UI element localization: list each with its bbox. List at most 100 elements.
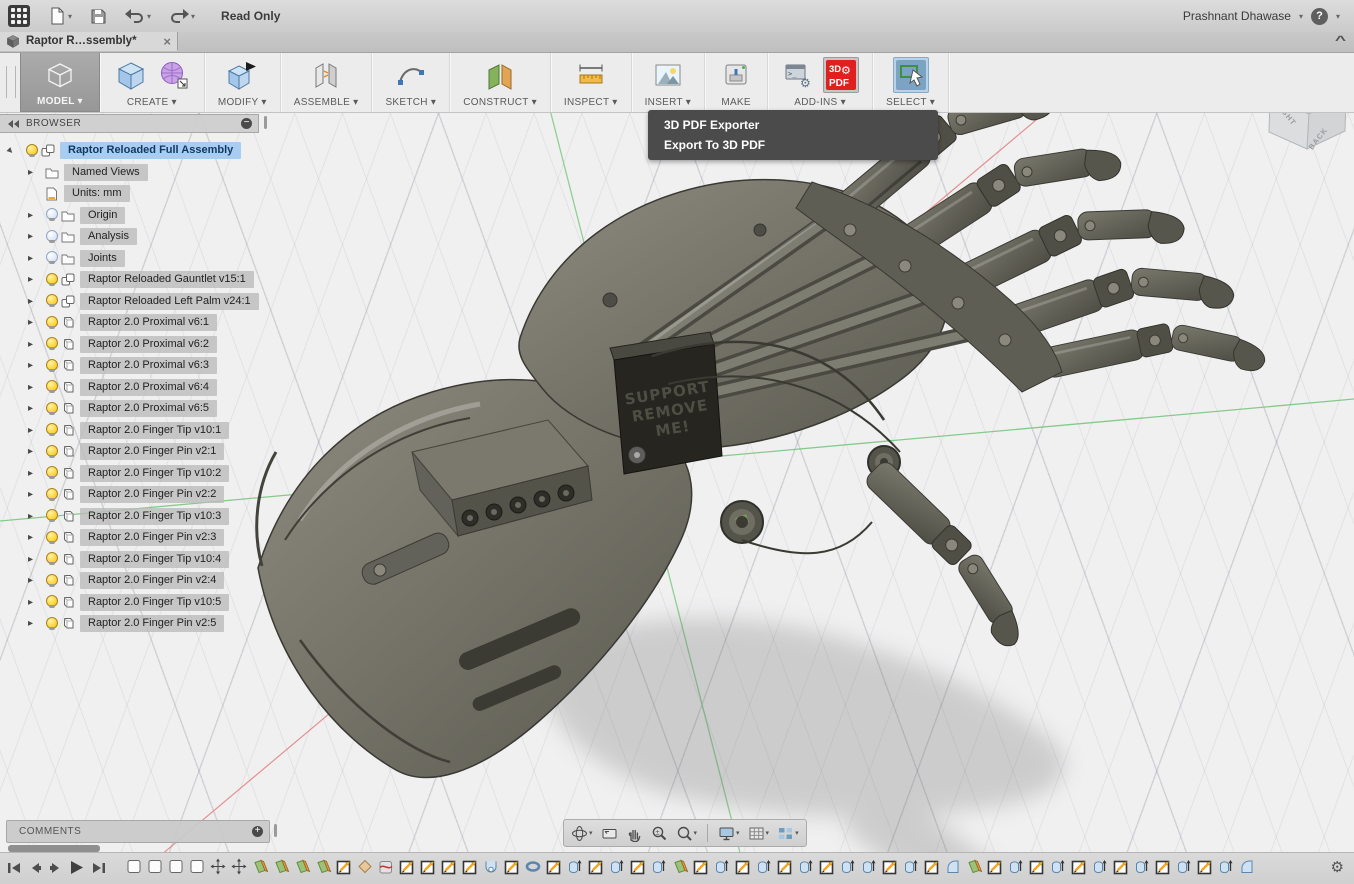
- browser-item-raptor-2-0-proximal-v6-2[interactable]: ▸ Raptor 2.0 Proximal v6:2: [0, 334, 270, 356]
- browser-item-raptor-2-0-finger-pin-v2-2[interactable]: ▸Raptor 2.0 Finger Pin v2:2: [0, 484, 270, 506]
- undo-button[interactable]: ▾: [125, 8, 151, 24]
- ribbon-group-sketch[interactable]: SKETCH ▾: [372, 52, 450, 112]
- visibility-bulb-icon[interactable]: [45, 208, 61, 222]
- orbit-button[interactable]: ▾: [568, 823, 596, 844]
- collapsed-arrow-icon[interactable]: ▸: [28, 210, 45, 221]
- visibility-bulb-icon[interactable]: [45, 509, 61, 523]
- timeline-settings-gear-icon[interactable]: ⚙: [1331, 858, 1344, 876]
- timeline-feature-sketch-icon[interactable]: [1029, 858, 1045, 875]
- browser-item-units-mm[interactable]: Units: mm: [0, 183, 270, 205]
- browser-item-raptor-2-0-proximal-v6-4[interactable]: ▸Raptor 2.0 Proximal v6:4: [0, 377, 270, 399]
- browser-item-label[interactable]: Raptor 2.0 Finger Tip v10:5: [80, 594, 229, 611]
- visibility-bulb-icon[interactable]: [45, 574, 61, 588]
- addins-3dpdf-icon[interactable]: 3D⚙PDF: [823, 57, 859, 93]
- browser-resize-handle[interactable]: [264, 116, 267, 129]
- comments-resize-handle[interactable]: [274, 824, 277, 837]
- collapsed-arrow-icon[interactable]: ▸: [28, 554, 45, 565]
- collapsed-arrow-icon[interactable]: ▸: [28, 425, 45, 436]
- timeline-feature-sketch-icon[interactable]: [819, 858, 835, 875]
- ribbon-group-model[interactable]: MODEL ▾: [20, 52, 100, 112]
- go-to-end-button[interactable]: [90, 860, 107, 876]
- timeline-feature-plane-icon[interactable]: [252, 858, 268, 875]
- make-printer-icon[interactable]: [718, 57, 754, 93]
- user-caret-icon[interactable]: ▾: [1299, 12, 1303, 21]
- collapsed-arrow-icon[interactable]: ▸: [28, 618, 45, 629]
- timeline-feature-sketch-icon[interactable]: [630, 858, 646, 875]
- browser-item-raptor-2-0-finger-tip-v10-5[interactable]: ▸ Raptor 2.0 Finger Tip v10:5: [0, 592, 270, 614]
- timeline-feature-extrude-icon[interactable]: [1218, 858, 1234, 875]
- browser-minus-icon[interactable]: −: [241, 118, 252, 129]
- timeline-feature-component-icon[interactable]: [189, 858, 205, 875]
- collapsed-arrow-icon[interactable]: ▸: [28, 597, 45, 608]
- collapsed-arrow-icon[interactable]: ▸: [28, 532, 45, 543]
- play-button[interactable]: [68, 859, 85, 876]
- visibility-bulb-icon[interactable]: [45, 251, 61, 265]
- browser-item-label[interactable]: Named Views: [64, 164, 148, 181]
- insert-image-icon[interactable]: [650, 57, 686, 93]
- comments-bar[interactable]: COMMENTS +: [6, 820, 270, 843]
- timeline-feature-plane-icon[interactable]: [966, 858, 982, 875]
- assemble-panels-icon[interactable]: [308, 57, 344, 93]
- timeline-feature-extrude-icon[interactable]: [840, 858, 856, 875]
- browser-item-raptor-2-0-finger-tip-v10-3[interactable]: ▸Raptor 2.0 Finger Tip v10:3: [0, 506, 270, 528]
- collapsed-arrow-icon[interactable]: ▸: [28, 403, 45, 414]
- browser-item-label[interactable]: Raptor 2.0 Proximal v6:1: [80, 314, 217, 331]
- timeline-feature-sketch-icon[interactable]: [735, 858, 751, 875]
- collapsed-arrow-icon[interactable]: ▸: [28, 382, 45, 393]
- browser-item-raptor-2-0-proximal-v6-3[interactable]: ▸Raptor 2.0 Proximal v6:3: [0, 355, 270, 377]
- visibility-bulb-icon[interactable]: [45, 445, 61, 459]
- collapsed-arrow-icon[interactable]: ▸: [28, 339, 45, 350]
- collapse-toolbar-chevron-icon[interactable]: ^: [1335, 33, 1346, 47]
- modify-press-icon[interactable]: [224, 57, 260, 93]
- model-cube-icon[interactable]: [42, 57, 78, 93]
- create-cube-icon[interactable]: [113, 57, 149, 93]
- timeline-feature-sketch-icon[interactable]: [462, 858, 478, 875]
- browser-item-raptor-2-0-finger-pin-v2-4[interactable]: ▸Raptor 2.0 Finger Pin v2:4: [0, 570, 270, 592]
- ribbon-group-create[interactable]: CREATE ▾: [100, 52, 205, 112]
- look-at-button[interactable]: [598, 823, 621, 844]
- thumb-group[interactable]: [846, 446, 1048, 657]
- visibility-bulb-icon[interactable]: [45, 595, 61, 609]
- timeline-feature-torus-icon[interactable]: [525, 858, 541, 875]
- collapsed-arrow-icon[interactable]: ▸: [28, 296, 45, 307]
- timeline-feature-fillet-icon[interactable]: [945, 858, 961, 875]
- browser-item-label[interactable]: Raptor 2.0 Proximal v6:2: [80, 336, 217, 353]
- zoom-window-button[interactable]: ▾: [673, 823, 701, 844]
- timeline-feature-loft-icon[interactable]: [357, 858, 373, 875]
- inspect-ruler-icon[interactable]: [573, 57, 609, 93]
- visibility-bulb-icon[interactable]: [45, 273, 61, 287]
- construct-planes-icon[interactable]: [482, 57, 518, 93]
- document-tab[interactable]: Raptor R…ssembly* ×: [0, 32, 178, 51]
- collapsed-arrow-icon[interactable]: ▸: [28, 317, 45, 328]
- ribbon-group-modify[interactable]: MODIFY ▾: [205, 52, 281, 112]
- timeline-feature-extrude-icon[interactable]: [756, 858, 772, 875]
- browser-item-label[interactable]: Raptor 2.0 Finger Pin v2:3: [80, 529, 224, 546]
- visibility-bulb-icon[interactable]: [45, 531, 61, 545]
- timeline-feature-revolve-icon[interactable]: [483, 858, 499, 875]
- ribbon-group-assemble[interactable]: ASSEMBLE ▾: [281, 52, 373, 112]
- browser-item-label[interactable]: Raptor Reloaded Gauntlet v15:1: [80, 271, 254, 288]
- timeline-feature-extrude-icon[interactable]: [861, 858, 877, 875]
- collapsed-arrow-icon[interactable]: ▸: [28, 274, 45, 285]
- timeline-feature-extrude-icon[interactable]: [1134, 858, 1150, 875]
- browser-item-raptor-2-0-finger-tip-v10-2[interactable]: ▸ Raptor 2.0 Finger Tip v10:2: [0, 463, 270, 485]
- browser-item-raptor-2-0-proximal-v6-5[interactable]: ▸Raptor 2.0 Proximal v6:5: [0, 398, 270, 420]
- browser-item-raptor-2-0-finger-pin-v2-5[interactable]: ▸Raptor 2.0 Finger Pin v2:5: [0, 613, 270, 635]
- browser-item-raptor-reloaded-full-assembly[interactable]: ▸Raptor Reloaded Full Assembly: [0, 140, 270, 162]
- collapsed-arrow-icon[interactable]: ▸: [28, 468, 45, 479]
- browser-item-label[interactable]: Raptor 2.0 Finger Tip v10:1: [80, 422, 229, 439]
- help-icon[interactable]: ?: [1311, 8, 1328, 25]
- timeline-feature-sketch-icon[interactable]: [1071, 858, 1087, 875]
- browser-item-raptor-reloaded-left-palm-v24-1[interactable]: ▸Raptor Reloaded Left Palm v24:1: [0, 291, 270, 313]
- collapse-panel-icon[interactable]: [8, 120, 20, 128]
- timeline-feature-extrude-icon[interactable]: [567, 858, 583, 875]
- ribbon-group-add-ins[interactable]: >_⚙3D⚙PDFADD-INS ▾: [768, 52, 873, 112]
- browser-item-label[interactable]: Analysis: [80, 228, 137, 245]
- save-button[interactable]: [90, 8, 107, 25]
- display-settings-button[interactable]: ▾: [715, 823, 743, 844]
- timeline-feature-sketch-icon[interactable]: [588, 858, 604, 875]
- browser-item-label[interactable]: Raptor 2.0 Finger Tip v10:2: [80, 465, 229, 482]
- browser-item-label[interactable]: Raptor Reloaded Full Assembly: [60, 142, 241, 159]
- timeline-feature-form-icon[interactable]: [378, 858, 394, 875]
- browser-item-raptor-2-0-finger-tip-v10-1[interactable]: ▸ Raptor 2.0 Finger Tip v10:1: [0, 420, 270, 442]
